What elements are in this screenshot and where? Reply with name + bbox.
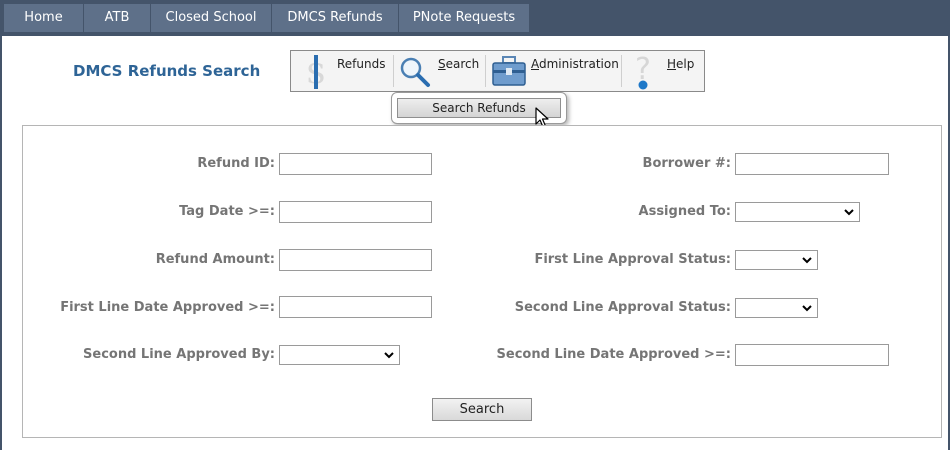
first-line-status-label: First Line Approval Status:: [534, 252, 731, 267]
dollar-icon: $: [306, 53, 326, 91]
chevron-down-icon: [802, 257, 812, 264]
tab-pnote-requests[interactable]: PNote Requests: [399, 4, 530, 32]
search-button[interactable]: Search: [432, 398, 532, 421]
toolbar-administration-label: Administration: [531, 57, 619, 71]
refund-id-input[interactable]: [279, 153, 432, 175]
toolbar-search[interactable]: Search: [395, 51, 485, 91]
tab-dmcs-refunds[interactable]: DMCS Refunds: [272, 4, 399, 32]
toolbar-separator: [393, 55, 394, 87]
second-line-date-input[interactable]: [735, 344, 889, 366]
toolbar-refunds[interactable]: $ Refunds: [291, 51, 391, 91]
toolbar-help[interactable]: ? Help: [623, 51, 703, 91]
help-icon: ?: [635, 52, 651, 90]
refund-amount-label: Refund Amount:: [155, 252, 275, 267]
second-line-status-label: Second Line Approval Status:: [514, 300, 731, 315]
tag-date-label: Tag Date >=:: [179, 204, 275, 219]
chevron-down-icon: [802, 305, 812, 312]
toolbar-administration[interactable]: Administration: [487, 51, 619, 91]
page-title: DMCS Refunds Search: [73, 62, 261, 80]
chevron-down-icon: [844, 209, 854, 216]
magnifier-icon: [400, 57, 430, 87]
tab-closed-school[interactable]: Closed School: [151, 4, 272, 32]
borrower-input[interactable]: [735, 153, 889, 175]
borrower-label: Borrower #:: [642, 156, 731, 171]
refund-id-label: Refund ID:: [197, 156, 275, 171]
first-line-date-input[interactable]: [279, 296, 432, 318]
assigned-to-select[interactable]: [735, 202, 860, 222]
briefcase-icon: [492, 56, 526, 86]
toolbar-separator: [621, 55, 622, 87]
tab-home[interactable]: Home: [4, 4, 84, 32]
top-nav: Home ATB Closed School DMCS Refunds PNot…: [0, 0, 950, 36]
second-line-approved-by-label: Second Line Approved By:: [83, 347, 275, 362]
toolbar-help-label: Help: [667, 57, 695, 71]
toolbar-separator: [485, 55, 486, 87]
chevron-down-icon: [384, 352, 394, 359]
refund-amount-input[interactable]: [279, 249, 432, 271]
nav-tabs: Home ATB Closed School DMCS Refunds PNot…: [4, 4, 530, 32]
second-line-approved-by-select[interactable]: [279, 345, 400, 365]
toolbar: $ Refunds Search Administration ? Help: [290, 50, 705, 92]
tab-atb[interactable]: ATB: [84, 4, 151, 32]
second-line-status-select[interactable]: [735, 298, 818, 318]
first-line-status-select[interactable]: [735, 250, 818, 270]
assigned-to-label: Assigned To:: [638, 204, 731, 219]
toolbar-search-label: Search: [438, 57, 480, 71]
first-line-date-label: First Line Date Approved >=:: [60, 300, 275, 315]
toolbar-refunds-label: Refunds: [337, 57, 386, 71]
second-line-date-label: Second Line Date Approved >=:: [496, 347, 731, 362]
tag-date-input[interactable]: [279, 201, 432, 223]
